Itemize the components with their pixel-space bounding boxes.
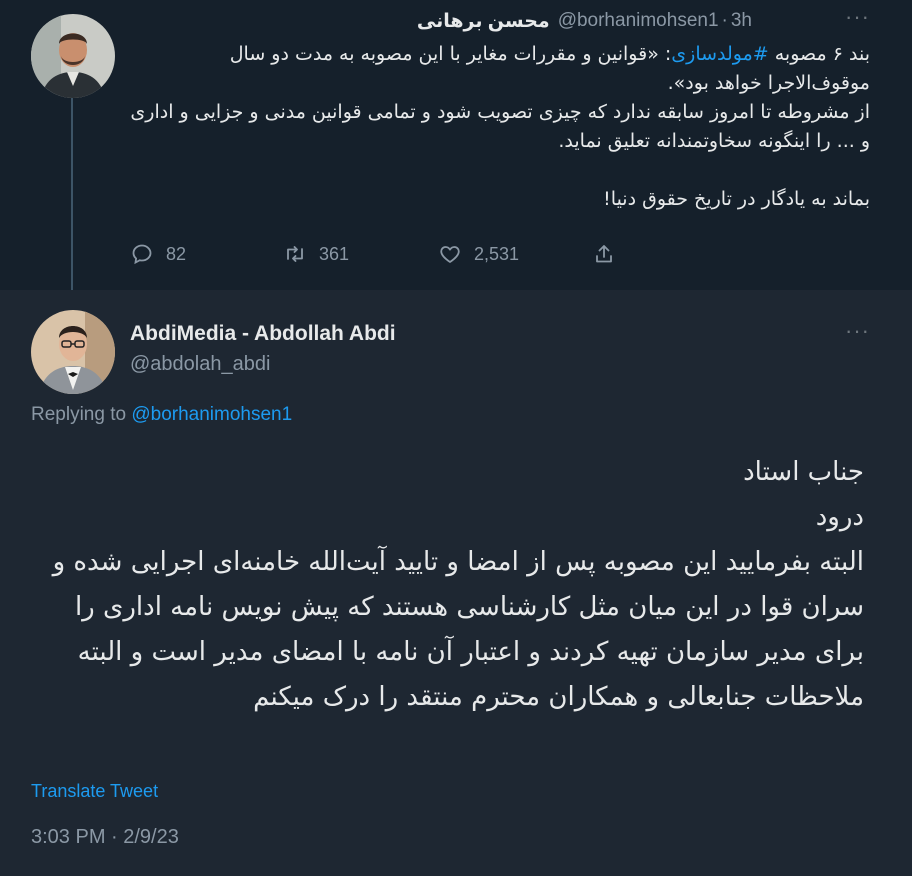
retweet-count: 361 [319,243,350,264]
hashtag-link[interactable]: #مولدسازی [671,43,768,65]
translate-tweet-link[interactable]: Translate Tweet [31,781,158,802]
more-options-icon[interactable]: ··· [845,320,870,342]
parent-tweet[interactable]: ··· محسن برهانی @borhanimohsen1 · 3h بند… [0,0,912,298]
thread-connector-line [71,96,73,298]
reply-text-line: درود [815,502,864,532]
parent-author-handle[interactable]: @borhanimohsen1 [558,10,719,32]
reply-tweet-text: جناب استاد درود البته بفرمایید این مصوبه… [24,450,864,720]
parent-text-line-2: از مشروطه تا امروز سابقه ندارد که چیزی ت… [130,101,870,152]
parent-tweet-header: محسن برهانی @borhanimohsen1 · 3h [417,8,752,34]
parent-author-name[interactable]: محسن برهانی [417,10,550,33]
parent-text-line-1: بند ۶ مصوبه #مولدسازی: «قوانین و مقررات … [130,40,870,98]
parent-tweet-text: بند ۶ مصوبه #مولدسازی: «قوانین و مقررات … [130,40,870,214]
tweet-timestamp[interactable]: 3:03 PM · 2/9/23 [31,826,179,849]
reply-button[interactable]: 82 [130,242,283,266]
header-separator: · [721,10,728,31]
parent-text-part1: بند ۶ مصوبه [768,43,870,65]
share-icon [596,245,612,263]
like-count: 2,531 [474,243,520,264]
reply-count: 82 [166,243,187,264]
reply-icon [132,244,152,265]
parent-tweet-actions: 82 361 2,531 [130,240,616,268]
retweet-icon [287,246,303,262]
retweet-button[interactable]: 361 [283,242,438,266]
avatar-borhani[interactable] [31,14,115,98]
parent-tweet-time[interactable]: 3h [731,10,752,32]
reply-author-name[interactable]: AbdiMedia - Abdollah Abdi [130,322,396,346]
replying-to: Replying to @borhanimohsen1 [31,404,292,426]
share-button[interactable] [592,242,616,266]
like-icon [440,246,460,263]
replying-to-handle-link[interactable]: @borhanimohsen1 [131,404,292,425]
parent-text-line-3: بماند به یادگار در تاریخ حقوق دنیا! [603,188,870,210]
reply-tweet: ··· AbdiMedia - Abdollah Abdi @abdolah_a… [0,290,912,876]
reply-text-line: البته بفرمایید این مصوبه پس از امضا و تا… [52,547,864,712]
reply-author-handle[interactable]: @abdolah_abdi [130,353,270,376]
more-options-icon[interactable]: ··· [845,6,870,28]
like-button[interactable]: 2,531 [438,242,592,266]
avatar-abdi[interactable] [31,310,115,394]
reply-text-line: جناب استاد [743,457,864,487]
replying-to-prefix: Replying to [31,404,127,425]
